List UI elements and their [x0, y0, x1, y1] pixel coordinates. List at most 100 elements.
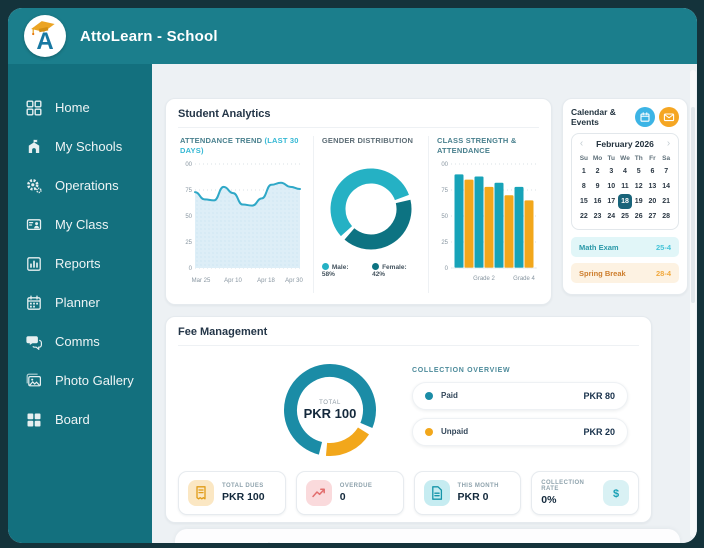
- stat-label: TOTAL DUES: [222, 483, 264, 489]
- stat-card-collection-rate: COLLECTION RATE 0% $: [531, 471, 639, 515]
- calendar-weekday: Mo: [592, 155, 603, 162]
- calendar-button[interactable]: [635, 107, 655, 127]
- calendar-day[interactable]: 25: [618, 209, 632, 224]
- event-name: Spring Break: [579, 268, 626, 278]
- calendar-day[interactable]: 22: [577, 209, 591, 224]
- calendar-weekday: Sa: [662, 155, 671, 162]
- sidebar-item-label: Photo Gallery: [55, 373, 134, 388]
- calendar-day[interactable]: 26: [632, 209, 646, 224]
- collection-row-value: PKR 80: [583, 390, 615, 401]
- sidebar-item-planner[interactable]: Planner: [8, 283, 152, 322]
- legend-dot: [372, 263, 380, 270]
- attendance-title-text: ATTENDANCE TREND: [180, 136, 263, 145]
- calendar-day[interactable]: 28: [659, 209, 673, 224]
- overdue-icon: [305, 480, 332, 506]
- calendar-day[interactable]: 16: [591, 194, 605, 209]
- gender-legend: Male: 58% Female: 42%: [321, 263, 420, 278]
- calendar-day[interactable]: 5: [632, 164, 646, 179]
- calendar-event-list: Math Exam 25-4 Spring Break 28-4: [571, 237, 679, 283]
- board-icon: [26, 412, 42, 428]
- class-strength-bar-chart: 0 25 50 75 00 Grade 2 Grade 4: [441, 162, 537, 282]
- collection-row-label: Paid: [441, 391, 458, 400]
- partial-section-text: Fees, Dues and Data: [197, 542, 295, 543]
- svg-text:25: 25: [185, 240, 192, 246]
- calendar-day[interactable]: 9: [591, 179, 605, 194]
- svg-text:00: 00: [441, 162, 448, 168]
- calendar-day[interactable]: 6: [646, 164, 660, 179]
- stat-label: THIS MONTH: [457, 483, 499, 489]
- calendar-event[interactable]: Spring Break 28-4: [571, 263, 679, 283]
- svg-text:Apr 30: Apr 30: [285, 278, 303, 284]
- sidebar-item-my-class[interactable]: My Class: [8, 205, 152, 244]
- collection-row-value: PKR 20: [583, 426, 615, 437]
- svg-text:Apr 18: Apr 18: [257, 278, 275, 284]
- next-month-button[interactable]: ›: [664, 138, 673, 150]
- collection-row-paid: Paid PKR 80: [412, 381, 628, 410]
- mail-button[interactable]: [659, 107, 679, 127]
- calendar-day[interactable]: 21: [659, 194, 673, 209]
- calendar-day[interactable]: 8: [577, 179, 591, 194]
- gender-donut-chart: [330, 168, 412, 250]
- collection-overview-title: COLLECTION OVERVIEW: [412, 366, 511, 374]
- svg-text:50: 50: [185, 214, 192, 220]
- calendar-weekday-row: Su Mo Tu We Th Fr Sa: [577, 153, 673, 164]
- event-date: 25-4: [655, 242, 671, 252]
- sidebar-item-my-schools[interactable]: My Schools: [8, 127, 152, 166]
- calendar-day[interactable]: 14: [659, 179, 673, 194]
- calendar-day[interactable]: 11: [618, 179, 632, 194]
- sidebar-item-home[interactable]: Home: [8, 88, 152, 127]
- class-strength-chart: CLASS STRENGTH & ATTENDANCE 0 25 50 75 00 Gra…: [428, 136, 539, 293]
- calendar-day[interactable]: 10: [604, 179, 618, 194]
- calendar-day[interactable]: 1: [577, 164, 591, 179]
- scrollbar[interactable]: [690, 70, 696, 537]
- calendar-day-grid: 1 2 3 4 5 6 7 8 9 10 11 12 13 14 15 16 17 18 19 20 21 22 23 24 2…: [577, 164, 673, 224]
- app-logo: A: [24, 15, 66, 57]
- calendar-day[interactable]: 20: [646, 194, 660, 209]
- calendar-day[interactable]: 19: [632, 194, 646, 209]
- school-icon: [26, 139, 42, 155]
- calendar-day[interactable]: 23: [591, 209, 605, 224]
- dollar-icon: $: [603, 480, 629, 506]
- calendar-day[interactable]: 27: [646, 209, 660, 224]
- sidebar-item-label: My Class: [55, 217, 109, 232]
- calendar-day-selected[interactable]: 18: [618, 194, 632, 209]
- event-date: 28-4: [655, 268, 671, 278]
- svg-text:Apr 10: Apr 10: [224, 278, 242, 284]
- event-name: Math Exam: [579, 242, 619, 252]
- gender-distribution-chart: GENDER DISTRIBUTION Male: 58% Female: 42%: [312, 136, 428, 293]
- calendar-day[interactable]: 12: [632, 179, 646, 194]
- fee-donut-center-value: PKR 100: [303, 405, 357, 421]
- scrollbar-thumb[interactable]: [691, 107, 695, 304]
- calendar-day[interactable]: 7: [659, 164, 673, 179]
- calendar-weekday: Th: [634, 155, 643, 162]
- svg-text:0: 0: [445, 266, 449, 272]
- gallery-icon: [26, 373, 42, 389]
- prev-month-button[interactable]: ‹: [577, 138, 586, 150]
- calendar-day[interactable]: 24: [604, 209, 618, 224]
- attendance-chart-title: ATTENDANCE TREND (LAST 30 DAYS): [180, 136, 305, 156]
- calendar-day[interactable]: 13: [646, 179, 660, 194]
- calendar-day[interactable]: 3: [604, 164, 618, 179]
- sidebar-item-comms[interactable]: Comms: [8, 322, 152, 361]
- sidebar-item-board[interactable]: Board: [8, 400, 152, 439]
- main-content: Student Analytics ATTENDANCE TREND (LAST…: [152, 64, 697, 543]
- gender-legend-item: Male: 58%: [321, 263, 349, 278]
- stat-value: 0%: [541, 494, 557, 506]
- stat-card-this-month: THIS MONTH PKR 0: [413, 471, 522, 515]
- sidebar-item-photo-gallery[interactable]: Photo Gallery: [8, 361, 152, 400]
- calendar-day[interactable]: 4: [618, 164, 632, 179]
- calendar-event[interactable]: Math Exam 25-4: [571, 237, 679, 257]
- sidebar-item-reports[interactable]: Reports: [8, 244, 152, 283]
- app-header: A AttoLearn - School: [8, 8, 697, 64]
- calendar-weekday: Su: [579, 155, 588, 162]
- sidebar-item-label: Comms: [55, 334, 100, 349]
- calendar-day[interactable]: 17: [604, 194, 618, 209]
- calendar-day[interactable]: 15: [577, 194, 591, 209]
- calendar-events-title: Calendar & Events: [571, 107, 616, 127]
- fee-management-title: Fee Management: [178, 326, 639, 346]
- calendar-day[interactable]: 2: [591, 164, 605, 179]
- sidebar-item-operations[interactable]: Operations: [8, 166, 152, 205]
- legend-dot: [425, 391, 433, 400]
- collection-row-label: Unpaid: [441, 427, 469, 436]
- stat-value: PKR 100: [222, 491, 265, 503]
